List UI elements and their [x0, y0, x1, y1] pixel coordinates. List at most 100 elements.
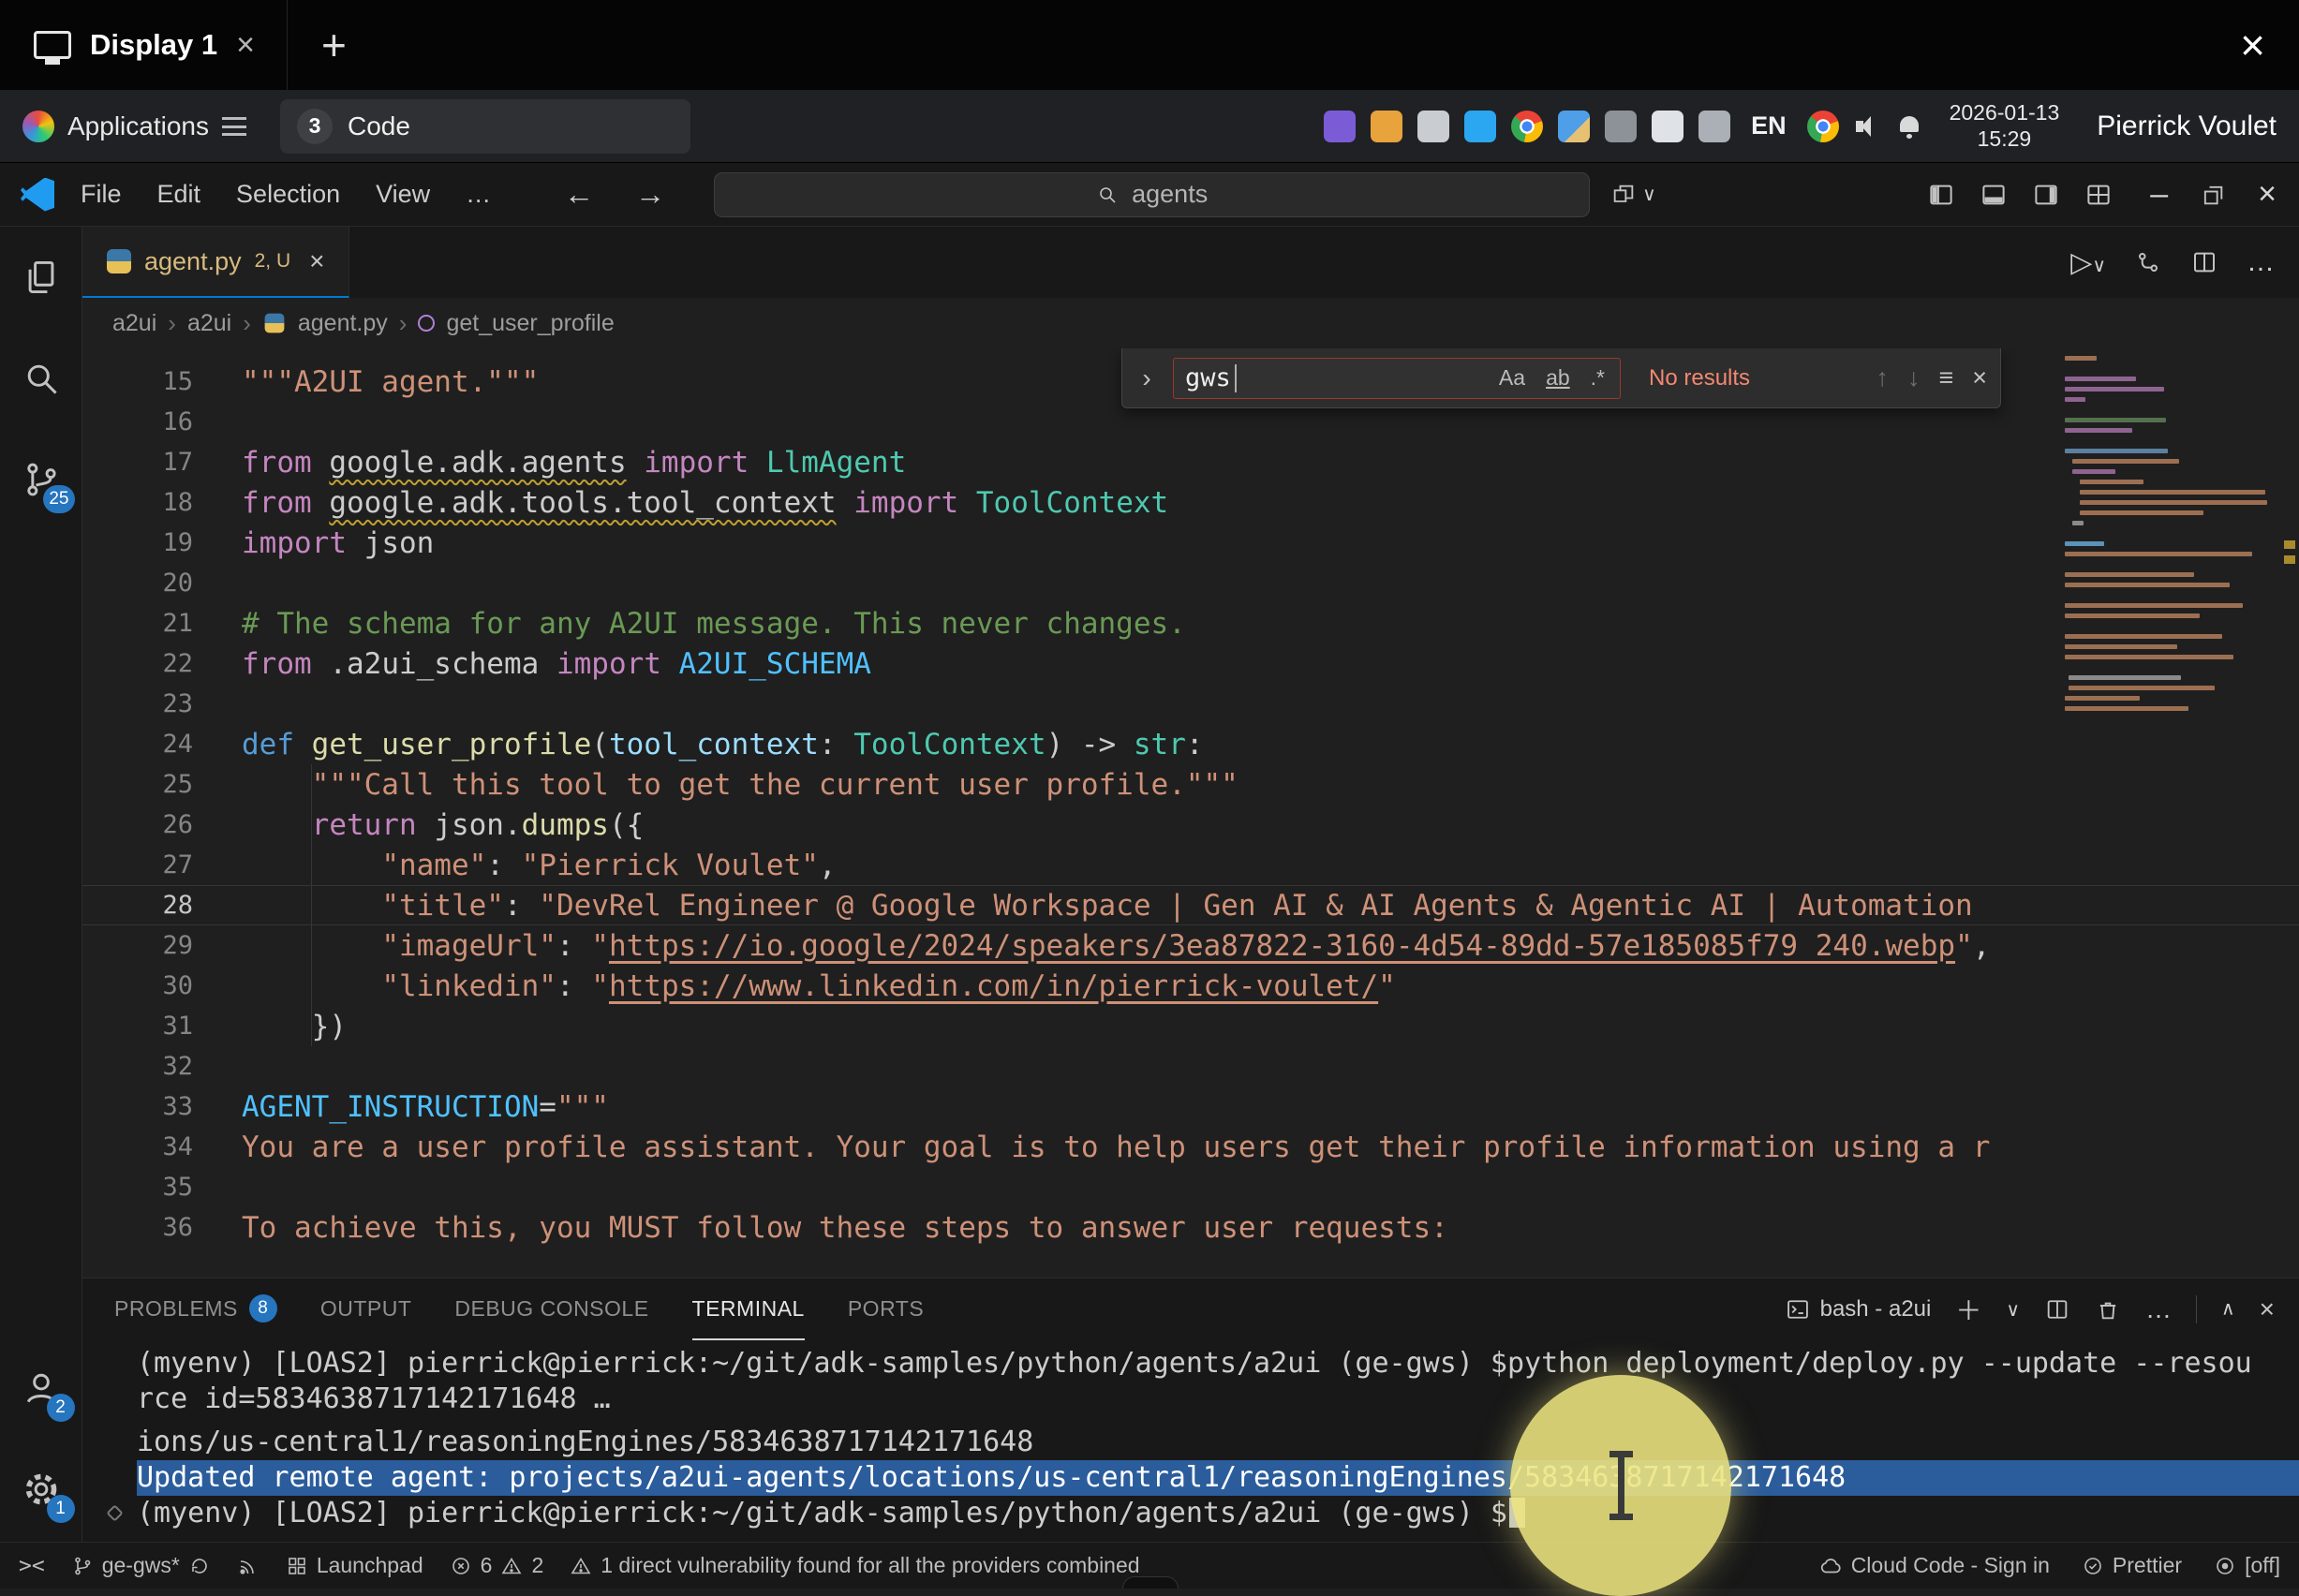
remote-indicator[interactable]: >< [19, 1554, 45, 1578]
line-number[interactable]: 32 [82, 1052, 242, 1081]
clone-repository-icon[interactable]: ∨ [1610, 182, 1656, 208]
code-line-23[interactable]: 23 [82, 684, 2299, 724]
line-number[interactable]: 22 [82, 649, 242, 678]
remote-new-tab-button[interactable]: + [321, 20, 347, 70]
line-number[interactable]: 27 [82, 850, 242, 879]
code-line-22[interactable]: 22from .a2ui_schema import A2UI_SCHEMA [82, 643, 2299, 684]
source-control-icon[interactable]: 25 [11, 450, 71, 510]
breadcrumb-symbol[interactable]: get_user_profile [446, 310, 614, 337]
line-number[interactable]: 30 [82, 971, 242, 1000]
minimap[interactable] [2065, 356, 2271, 717]
launchpad-status[interactable]: Launchpad [286, 1553, 423, 1578]
code-line-28[interactable]: 28 "title": "DevRel Engineer @ Google Wo… [82, 885, 2299, 925]
regex-icon[interactable]: .* [1587, 363, 1609, 392]
line-number[interactable]: 21 [82, 609, 242, 638]
breadcrumb-a2ui-1[interactable]: a2ui [112, 310, 156, 337]
remote-window-close-icon[interactable]: × [2240, 20, 2265, 70]
split-editor-icon[interactable] [2190, 248, 2218, 276]
close-find-icon[interactable]: × [1972, 363, 1987, 392]
find-input[interactable]: gws Aa ab .* [1173, 358, 1621, 399]
applications-menu-icon[interactable] [22, 111, 54, 142]
close-panel-icon[interactable]: × [2260, 1294, 2275, 1324]
menu-view[interactable]: View [376, 180, 430, 209]
tab-close-icon[interactable]: × [309, 246, 324, 276]
line-number[interactable]: 15 [82, 367, 242, 396]
line-number[interactable]: 18 [82, 488, 242, 517]
chrome-tray-icon[interactable] [1511, 111, 1543, 142]
broadcast-status-icon[interactable] [237, 1555, 260, 1577]
code-line-30[interactable]: 30 "linkedin": "https://www.linkedin.com… [82, 966, 2299, 1006]
code-line-21[interactable]: 21# The schema for any A2UI message. Thi… [82, 603, 2299, 643]
git-branch-status[interactable]: ge-gws* [71, 1553, 211, 1578]
toggle-sidebar-icon[interactable] [1927, 181, 1955, 209]
code-line-27[interactable]: 27 "name": "Pierrick Voulet", [82, 845, 2299, 885]
tray-icon-1[interactable] [1324, 111, 1356, 142]
restore-icon[interactable] [2200, 182, 2226, 208]
toggle-secondary-sidebar-icon[interactable] [2032, 181, 2060, 209]
line-number[interactable]: 36 [82, 1213, 242, 1242]
vulnerability-status[interactable]: 1 direct vulnerability found for all the… [570, 1553, 1139, 1578]
vscode-tray-icon[interactable] [1464, 111, 1496, 142]
prettier-status[interactable]: Prettier [2082, 1553, 2182, 1578]
breadcrumb-a2ui-2[interactable]: a2ui [187, 310, 231, 337]
match-case-icon[interactable]: Aa [1495, 363, 1529, 392]
line-number[interactable]: 33 [82, 1092, 242, 1121]
volume-icon[interactable] [1854, 112, 1882, 140]
remote-display-tab[interactable]: Display 1 × [0, 0, 288, 90]
line-number[interactable]: 24 [82, 730, 242, 759]
accounts-icon[interactable]: 2 [11, 1358, 71, 1418]
line-number[interactable]: 31 [82, 1012, 242, 1041]
taskbar-clock[interactable]: 2026-01-13 15:29 [1950, 100, 2060, 152]
line-number[interactable]: 26 [82, 810, 242, 839]
remote-tab-close-icon[interactable]: × [236, 27, 255, 64]
explorer-icon[interactable] [11, 247, 71, 307]
go-back-icon[interactable]: ← [564, 177, 594, 212]
code-line-19[interactable]: 19import json [82, 523, 2299, 563]
tray-icon-3[interactable] [1417, 111, 1449, 142]
tray-icon-5[interactable] [1698, 111, 1730, 142]
kill-terminal-trash-icon[interactable] [2095, 1296, 2121, 1323]
code-line-35[interactable]: 35 [82, 1167, 2299, 1207]
line-number[interactable]: 17 [82, 448, 242, 477]
whole-word-icon[interactable]: ab [1542, 363, 1574, 392]
next-match-icon[interactable]: ↓ [1907, 363, 1921, 392]
settings-gear-icon[interactable]: 1 [11, 1459, 71, 1519]
menu-file[interactable]: File [81, 180, 122, 209]
code-line-18[interactable]: 18from google.adk.tools.tool_context imp… [82, 482, 2299, 523]
files-tray-icon[interactable] [1558, 111, 1590, 142]
panel-more-actions-icon[interactable]: … [2145, 1294, 2172, 1324]
screencast-status[interactable]: [off] [2214, 1553, 2280, 1578]
breadcrumb-file[interactable]: agent.py [298, 310, 388, 337]
command-center-search[interactable]: agents [714, 172, 1590, 217]
line-number[interactable]: 20 [82, 569, 242, 598]
code-window-button[interactable]: 3 Code [280, 99, 690, 154]
code-line-36[interactable]: 36To achieve this, you MUST follow these… [82, 1207, 2299, 1248]
line-number[interactable]: 23 [82, 689, 242, 718]
keyboard-layout-indicator[interactable]: EN [1751, 111, 1787, 140]
line-number[interactable]: 16 [82, 407, 242, 436]
go-forward-icon[interactable]: → [635, 177, 665, 212]
menu-overflow[interactable]: … [466, 180, 491, 209]
maximize-panel-icon[interactable]: ∨ [2221, 1298, 2235, 1322]
code-line-34[interactable]: 34You are a user profile assistant. Your… [82, 1127, 2299, 1167]
line-number[interactable]: 35 [82, 1173, 242, 1202]
code-line-26[interactable]: 26 return json.dumps({ [82, 805, 2299, 845]
panel-tab-terminal[interactable]: TERMINAL [692, 1278, 805, 1340]
line-number[interactable]: 29 [82, 931, 242, 960]
browser-tray-icon[interactable] [1807, 111, 1839, 142]
code-line-29[interactable]: 29 "imageUrl": "https://io.google/2024/s… [82, 925, 2299, 966]
problems-status[interactable]: 6 2 [450, 1553, 544, 1578]
search-sidebar-icon[interactable] [11, 348, 71, 408]
code-line-33[interactable]: 33AGENT_INSTRUCTION=""" [82, 1086, 2299, 1127]
previous-match-icon[interactable]: ↑ [1876, 363, 1889, 392]
menu-selection[interactable]: Selection [236, 180, 340, 209]
toggle-panel-icon[interactable] [1980, 181, 2008, 209]
new-terminal-icon[interactable]: ＋ [1955, 1291, 1981, 1328]
close-window-icon[interactable]: × [2258, 176, 2277, 213]
cloud-code-signin[interactable]: Cloud Code - Sign in [1818, 1553, 2050, 1578]
panel-tab-ports[interactable]: PORTS [848, 1278, 924, 1340]
tray-icon-2[interactable] [1371, 111, 1402, 142]
code-line-24[interactable]: 24def get_user_profile(tool_context: Too… [82, 724, 2299, 764]
menu-edit[interactable]: Edit [157, 180, 201, 209]
line-number[interactable]: 19 [82, 528, 242, 557]
